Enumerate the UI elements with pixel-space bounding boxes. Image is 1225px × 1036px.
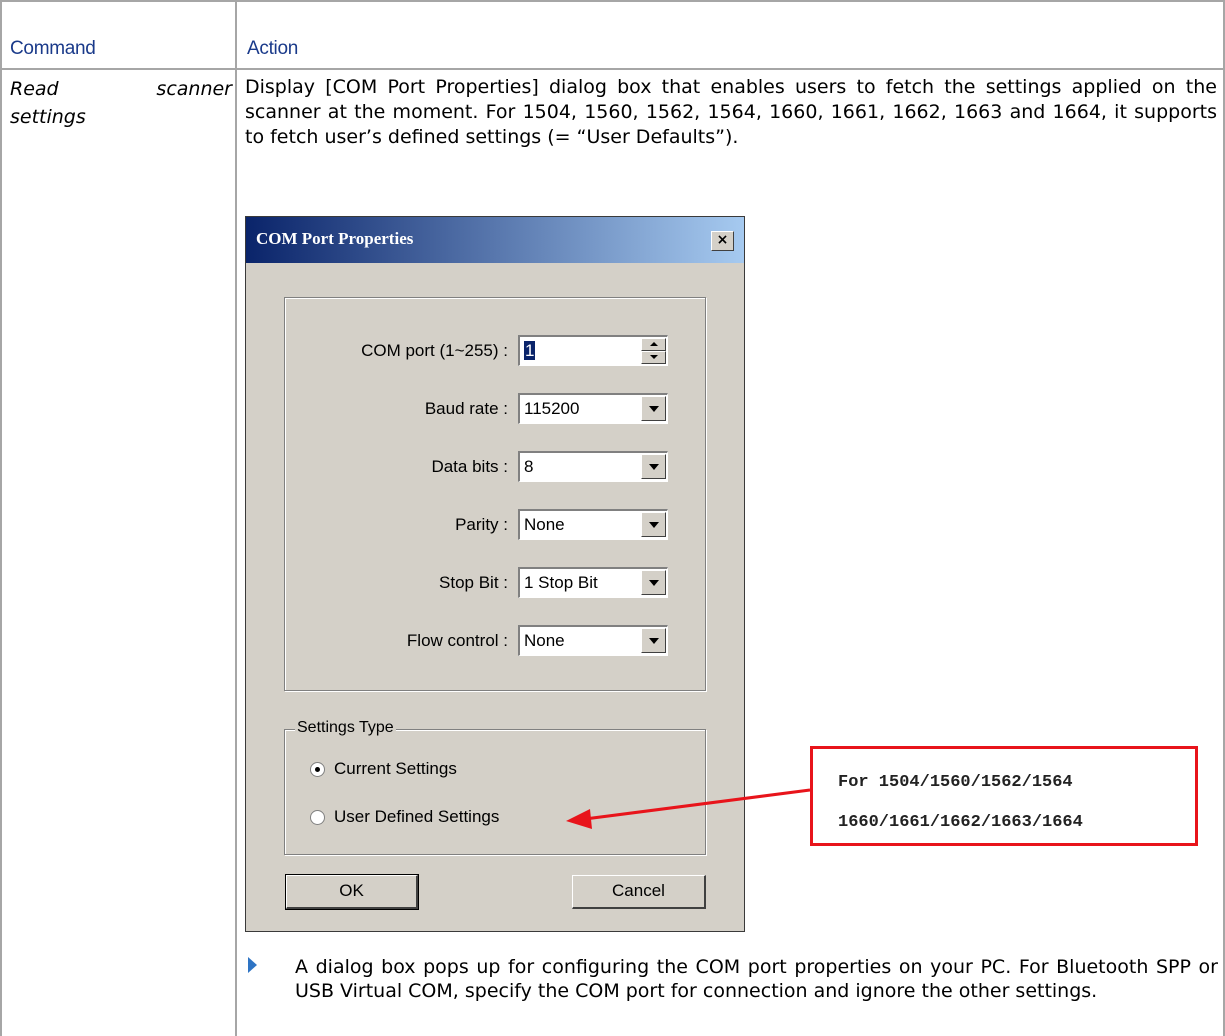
close-button[interactable]: × [711,231,734,251]
spinner-down-icon [650,355,658,359]
flow-control-select[interactable]: None [518,625,668,656]
command-cell: Read scanner settings [10,75,232,131]
stop-bit-select[interactable]: 1 Stop Bit [518,567,668,598]
parity-label: Parity : [455,515,508,534]
baud-rate-value: 115200 [524,399,580,418]
current-settings-label[interactable]: Current Settings [334,759,457,779]
settings-type-group: Settings Type [284,719,706,855]
header-command: Command [10,38,96,59]
com-port-properties-dialog: COM Port Properties × COM port (1~255) :… [245,216,745,932]
callout-line-1: For 1504/1560/1562/1564 [838,773,1073,792]
header-action: Action [247,38,299,59]
parity-dropdown-button[interactable] [641,512,666,537]
stop-bit-value: 1 Stop Bit [524,573,598,592]
baud-rate-select[interactable]: 115200 [518,393,668,424]
command-line-2: settings [10,106,86,128]
table-left-border [0,0,2,1036]
close-icon: × [716,232,729,248]
ok-button[interactable]: OK [285,874,419,910]
spinner-up-icon [650,342,658,346]
com-port-label: COM port (1~255) : [361,341,508,360]
flow-control-label: Flow control : [406,631,508,650]
chevron-down-icon [649,522,659,528]
com-port-spinner[interactable]: 1 [518,335,668,366]
cancel-button[interactable]: Cancel [572,875,706,909]
action-description: Display [COM Port Properties] dialog box… [245,76,1217,148]
baud-rate-label: Baud rate : [424,399,508,418]
table-top-border [0,0,1225,2]
callout-line-2: 1660/1661/1662/1663/1664 [838,813,1083,832]
baud-rate-dropdown-button[interactable] [641,396,666,421]
stop-bit-label: Stop Bit : [439,573,508,592]
command-word-scanner: scanner [156,78,232,100]
chevron-down-icon [649,464,659,470]
model-callout: For 1504/1560/1562/1564 1660/1661/1662/1… [810,746,1198,846]
data-bits-value: 8 [524,457,534,476]
user-defined-settings-label[interactable]: User Defined Settings [334,807,499,827]
data-bits-dropdown-button[interactable] [641,454,666,479]
chevron-down-icon [649,406,659,412]
current-settings-radio[interactable] [310,762,325,777]
dialog-titlebar[interactable]: COM Port Properties × [246,217,744,263]
bullet-note: A dialog box pops up for configuring the… [248,955,1218,1003]
command-word-read: Read [10,78,59,100]
table-header-divider [0,68,1225,70]
chevron-down-icon [649,580,659,586]
dialog-title: COM Port Properties [256,229,414,248]
spinner-down-button[interactable] [641,351,666,364]
flow-control-dropdown-button[interactable] [641,628,666,653]
triangle-bullet-icon [248,957,257,973]
parity-value: None [524,515,565,534]
data-bits-select[interactable]: 8 [518,451,668,482]
settings-type-legend: Settings Type [295,719,396,737]
stop-bit-dropdown-button[interactable] [641,570,666,595]
spinner-up-button[interactable] [641,338,666,351]
table-column-divider [235,0,237,1036]
user-defined-settings-radio[interactable] [310,810,325,825]
data-bits-label: Data bits : [431,457,508,476]
com-port-value: 1 [524,341,536,360]
command-line-1: Read scanner [10,75,232,103]
radio-selected-dot [315,767,320,772]
parity-select[interactable]: None [518,509,668,540]
bullet-text: A dialog box pops up for configuring the… [295,956,1218,1002]
chevron-down-icon [649,638,659,644]
flow-control-value: None [524,631,565,650]
